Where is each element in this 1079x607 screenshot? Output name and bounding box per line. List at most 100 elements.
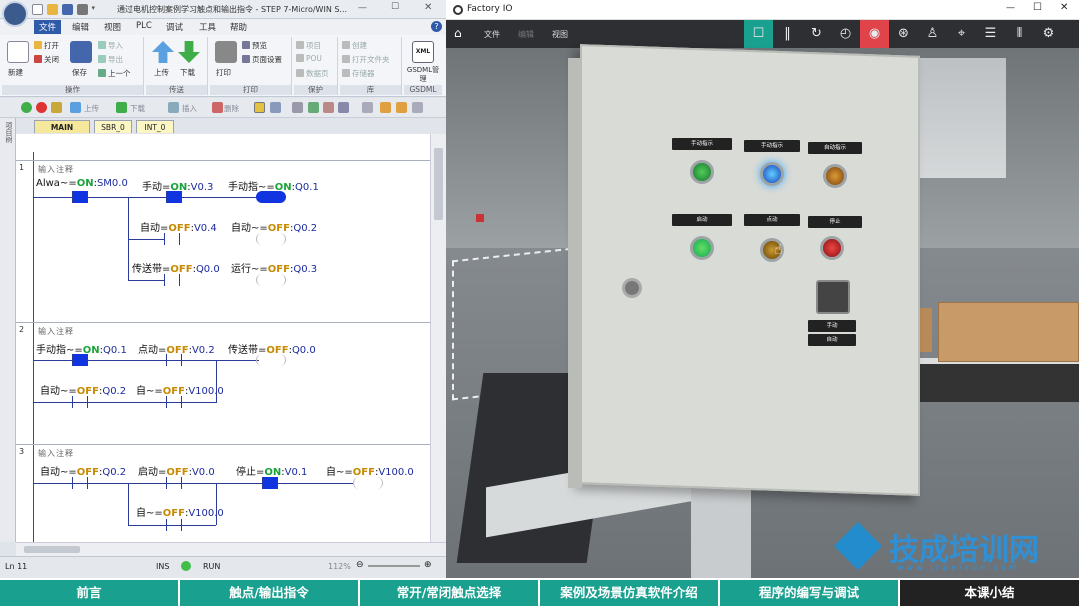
horizontal-scrollbar[interactable]: [16, 542, 446, 556]
download-small-icon[interactable]: [116, 102, 127, 113]
nav-preface[interactable]: 前言: [0, 580, 180, 606]
close-icon[interactable]: ✕: [424, 2, 432, 13]
sidebar-label[interactable]: 项目树: [3, 122, 13, 143]
protect-pou-button[interactable]: POU: [296, 54, 322, 63]
coil-q03[interactable]: [256, 274, 286, 286]
pause-icon[interactable]: ‖: [773, 20, 802, 48]
insert-icon[interactable]: [168, 102, 179, 113]
open-folder-button[interactable]: 打开文件夹: [342, 54, 390, 65]
run-icon[interactable]: [21, 102, 32, 113]
save-icon[interactable]: [61, 4, 73, 15]
contact-no-icon[interactable]: [308, 102, 319, 113]
new-icon[interactable]: [32, 4, 43, 15]
nav-no-nc-select[interactable]: 常开/常闭触点选择: [360, 580, 540, 606]
minimize-icon[interactable]: —: [358, 3, 367, 13]
line-right-icon[interactable]: [412, 102, 423, 113]
scroll-thumb[interactable]: [434, 148, 443, 220]
print-button[interactable]: 打印: [216, 67, 231, 78]
preview-button[interactable]: 预览: [242, 40, 267, 51]
menu-tools[interactable]: 工具: [199, 21, 216, 33]
fio-menu-edit[interactable]: 编辑: [518, 29, 534, 40]
line-left-icon[interactable]: [396, 102, 407, 113]
coil-q02[interactable]: [256, 233, 286, 245]
delete-icon[interactable]: [212, 102, 223, 113]
create-lib-button[interactable]: 创建: [342, 40, 367, 51]
previous-button[interactable]: 上一个: [98, 68, 131, 79]
goto-icon[interactable]: [292, 102, 303, 113]
fio-menu-file[interactable]: 文件: [484, 29, 500, 40]
line-up-icon[interactable]: [362, 102, 373, 113]
insert-tool-button[interactable]: 插入: [182, 103, 197, 114]
zoom-out-icon[interactable]: ⊖: [356, 560, 364, 570]
contact-v00[interactable]: [166, 477, 182, 489]
table-icon[interactable]: [270, 102, 281, 113]
save-big-icon[interactable]: [70, 41, 92, 63]
dropdown-icon[interactable]: ▾: [92, 4, 103, 15]
coil-v1000[interactable]: [353, 477, 383, 489]
nav-summary[interactable]: 本课小结: [900, 580, 1079, 606]
walk-icon[interactable]: ♙: [918, 20, 947, 48]
gsdml-manage-button[interactable]: GSDML管理: [406, 66, 440, 84]
zoom-in-icon[interactable]: ⊕: [424, 560, 432, 570]
selector-switch[interactable]: [816, 280, 850, 314]
timer-icon[interactable]: ◴: [831, 20, 860, 48]
sensor-icon[interactable]: ⦀: [1005, 20, 1034, 48]
fio-menu-view[interactable]: 视图: [552, 29, 568, 40]
ladder-editor[interactable]: 1 输入注释 2 输入注释 3 输入注释 Alwa~=ON:SM0.0 手动=O…: [16, 134, 430, 542]
start-button[interactable]: [690, 236, 714, 260]
box-icon[interactable]: [338, 102, 349, 113]
tab-sbr0[interactable]: SBR_0: [94, 120, 132, 133]
contact-v1000[interactable]: [166, 519, 182, 531]
download-tool-button[interactable]: 下载: [130, 103, 145, 114]
protect-datapage-button[interactable]: 数据页: [296, 68, 329, 79]
upload-tool-button[interactable]: 上传: [84, 103, 99, 114]
page-setup-button[interactable]: 页面设置: [242, 54, 282, 65]
line-down-icon[interactable]: [380, 102, 391, 113]
tab-int0[interactable]: INT_0: [136, 120, 174, 133]
protect-project-button[interactable]: 项目: [296, 40, 321, 51]
camera-icon[interactable]: ⊛: [889, 20, 918, 48]
contact-v03[interactable]: [166, 191, 182, 203]
export-button[interactable]: 导出: [98, 54, 123, 65]
contact-v02[interactable]: [166, 354, 182, 366]
minimize-icon[interactable]: —: [1006, 3, 1015, 13]
coil-q01[interactable]: [256, 191, 286, 203]
memory-button[interactable]: 存储器: [342, 68, 375, 79]
auto-indicator-lamp[interactable]: [823, 164, 847, 188]
contact-q01[interactable]: [72, 354, 88, 366]
print-icon[interactable]: [76, 4, 88, 15]
new-button[interactable]: 新建: [8, 67, 23, 78]
close-button[interactable]: 关闭: [34, 54, 59, 65]
stop-button[interactable]: [820, 236, 844, 260]
new-file-icon[interactable]: [7, 41, 29, 63]
open-button[interactable]: 打开: [34, 40, 59, 51]
printer-icon[interactable]: [215, 41, 237, 63]
project-tree-sidebar[interactable]: 项目树: [0, 118, 16, 542]
menu-edit[interactable]: 编辑: [72, 21, 89, 33]
contact-q02[interactable]: [72, 477, 88, 489]
list-icon[interactable]: ☰: [976, 20, 1005, 48]
save-button[interactable]: 保存: [72, 67, 87, 78]
square-icon[interactable]: ☐: [744, 20, 773, 48]
record-icon[interactable]: ◉: [860, 20, 889, 48]
close-icon[interactable]: ✕: [1060, 2, 1068, 13]
menu-debug[interactable]: 调试: [166, 21, 183, 33]
scroll-thumb[interactable]: [24, 546, 80, 553]
help-icon[interactable]: ?: [431, 21, 442, 32]
menu-view[interactable]: 视图: [104, 21, 121, 33]
nav-case-sim[interactable]: 案例及场景仿真软件介绍: [540, 580, 720, 606]
download-button[interactable]: 下载: [180, 67, 195, 78]
import-button[interactable]: 导入: [98, 40, 123, 51]
stop-icon[interactable]: [36, 102, 47, 113]
monitor-icon[interactable]: [254, 102, 265, 113]
download-icon[interactable]: [178, 41, 200, 63]
maximize-icon[interactable]: ☐: [1033, 2, 1042, 13]
open-icon[interactable]: [46, 4, 58, 15]
contact-q00[interactable]: [164, 274, 180, 286]
manual-indicator-lamp[interactable]: [690, 160, 714, 184]
coil-q00[interactable]: [256, 354, 286, 366]
menu-help[interactable]: 帮助: [230, 21, 247, 33]
contact-v01[interactable]: [262, 477, 278, 489]
zoom-slider[interactable]: [368, 565, 420, 567]
tab-main[interactable]: MAIN: [34, 120, 90, 133]
